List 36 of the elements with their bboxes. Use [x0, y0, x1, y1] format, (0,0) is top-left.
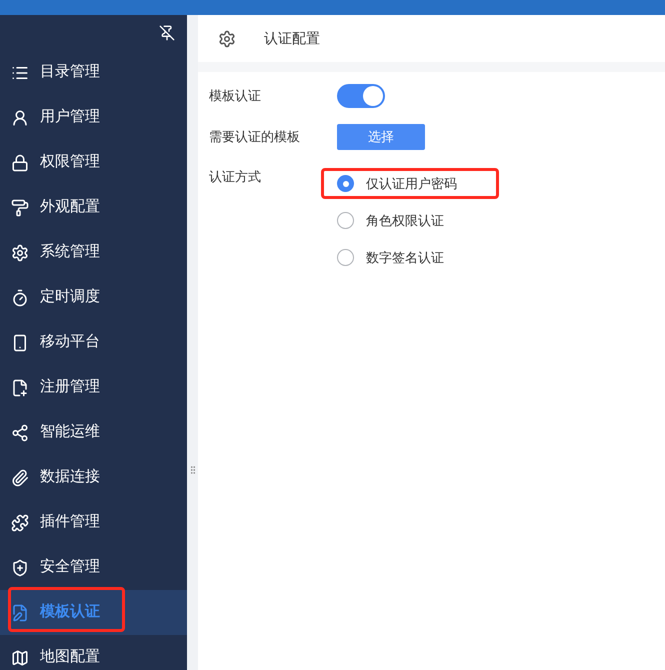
field-label: 需要认证的模板: [209, 128, 301, 146]
sidebar-item[interactable]: 插件管理: [0, 500, 187, 545]
field-label: 模板认证: [209, 87, 262, 106]
lock-icon: [11, 154, 29, 172]
sidebar-item[interactable]: 地图配置: [0, 635, 187, 670]
field-label: 认证方式: [209, 168, 262, 186]
stopwatch-icon: [11, 288, 29, 306]
shield-icon: [11, 558, 29, 576]
document-plus-icon: [11, 378, 29, 396]
sidebar-item[interactable]: 安全管理: [0, 545, 187, 590]
network-icon: [11, 424, 29, 442]
map-icon: [11, 648, 29, 666]
document-pen-icon: [11, 604, 29, 622]
sidebar-item[interactable]: 外观配置: [0, 185, 187, 230]
sidebar-item[interactable]: 智能运维: [0, 410, 187, 455]
page-title: 认证配置: [264, 29, 320, 48]
sidebar-item[interactable]: 注册管理: [0, 365, 187, 410]
sidebar-item[interactable]: 定时调度: [0, 275, 187, 320]
gear-icon: [11, 244, 29, 262]
user-icon: [11, 108, 29, 126]
paint-roller-icon: [11, 198, 29, 216]
puzzle-icon: [11, 514, 29, 532]
sidebar-item[interactable]: 移动平台: [0, 320, 187, 365]
paperclip-icon: [11, 468, 29, 486]
sidebar-item[interactable]: 用户管理: [0, 95, 187, 140]
radio-option[interactable]: 角色权限认证: [321, 205, 499, 236]
sidebar-item[interactable]: 系统管理: [0, 230, 187, 275]
settings-icon[interactable]: [218, 30, 236, 48]
phone-icon: [11, 334, 29, 352]
sidebar-item[interactable]: 数据连接: [0, 455, 187, 500]
sidebar-item[interactable]: 目录管理: [0, 50, 187, 95]
radio-option[interactable]: 数字签名认证: [321, 242, 499, 273]
toggle-switch[interactable]: [337, 84, 385, 108]
unpin-icon[interactable]: [159, 24, 175, 40]
sidebar-item[interactable]: 权限管理: [0, 140, 187, 185]
radio-option[interactable]: 仅认证用户密码: [321, 168, 499, 199]
